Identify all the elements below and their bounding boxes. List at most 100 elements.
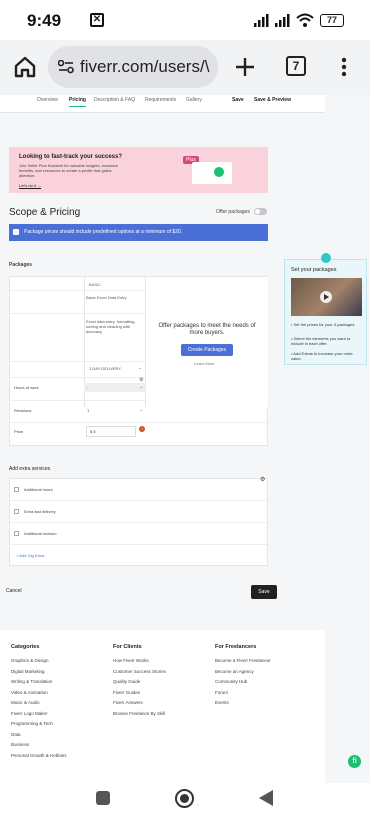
- system-nav-bar: [0, 783, 370, 822]
- back-icon[interactable]: [258, 789, 274, 807]
- footer-link[interactable]: Video & Animation: [11, 690, 67, 701]
- play-icon[interactable]: [320, 291, 332, 303]
- home-button-core: [180, 794, 189, 803]
- footer-link[interactable]: Graphics & Design: [11, 658, 67, 669]
- footer-link[interactable]: Programming & Tech: [11, 721, 67, 732]
- tab-pricing[interactable]: Pricing: [69, 97, 86, 107]
- web-page: Overview Pricing Description & FAQ Requi…: [0, 95, 370, 783]
- hours-of-work-value: -: [87, 385, 89, 390]
- learn-more-link[interactable]: Learn More: [194, 361, 214, 366]
- footer-link[interactable]: Business: [11, 742, 67, 753]
- hours-of-work-label: Hours of work: [14, 385, 39, 390]
- tip-bullet: • Set the prices for your 3 packages.: [291, 322, 356, 327]
- home-button-icon[interactable]: [175, 789, 194, 808]
- footer-link[interactable]: Browse Freelance By Skill: [113, 711, 166, 722]
- footer-link[interactable]: Data: [11, 732, 67, 743]
- home-icon[interactable]: [14, 56, 36, 78]
- footer-link[interactable]: Quality Guide: [113, 679, 166, 690]
- tip-bullet-text: Set the prices for your 3 packages.: [293, 322, 356, 327]
- footer-link[interactable]: Music & Audio: [11, 700, 67, 711]
- package-name-field[interactable]: Basic Excel Data Entry: [86, 295, 142, 300]
- extra-label: Additional revision: [24, 531, 57, 536]
- footer-link[interactable]: Fiverr Guides: [113, 690, 166, 701]
- price-input[interactable]: $ 5: [86, 426, 136, 437]
- chat-icon[interactable]: fi: [348, 755, 361, 768]
- package-description-field[interactable]: Excel data entry, formatting, sorting an…: [86, 319, 140, 334]
- tip-bullet: • Select the elements you want to includ…: [291, 336, 351, 346]
- save-link[interactable]: Save: [232, 97, 244, 103]
- more-menu-icon[interactable]: [341, 57, 347, 77]
- battery-level: 77: [326, 15, 337, 25]
- footer-link[interactable]: Community Hub: [215, 679, 271, 690]
- site-settings-icon[interactable]: [58, 60, 74, 74]
- packages-label: Packages: [9, 262, 33, 268]
- tip-bullet-text: Add Extras to increase your order value.: [291, 351, 353, 361]
- hours-of-work-select[interactable]: - ⌄: [84, 383, 146, 392]
- tab-gallery[interactable]: Gallery: [186, 97, 202, 103]
- footer-link[interactable]: Become an Agency: [215, 669, 271, 680]
- footer-link[interactable]: Personal Growth & Hobbies: [11, 753, 67, 764]
- extra-item[interactable]: Additional revision: [10, 523, 267, 545]
- add-gig-extra-link[interactable]: + Add Gig Extra: [16, 553, 44, 558]
- app-notification-icon: ✕: [90, 13, 104, 27]
- revisions-value: 1: [87, 408, 90, 413]
- footer-heading: For Clients: [113, 644, 142, 650]
- pricing-info-banner: Package prices should include predefined…: [9, 224, 268, 241]
- delivery-select[interactable]: 1 DAY DELIVERY: [89, 366, 121, 371]
- gig-editor: Overview Pricing Description & FAQ Requi…: [0, 95, 325, 783]
- footer-link[interactable]: Events: [215, 700, 271, 711]
- tab-requirements[interactable]: Requirements: [145, 97, 176, 103]
- footer-link[interactable]: Digital Marketing: [11, 669, 67, 680]
- wifi-icon: [296, 13, 314, 27]
- save-preview-link[interactable]: Save & Preview: [254, 97, 291, 103]
- tip-video[interactable]: [291, 278, 362, 316]
- footer-link[interactable]: Forum: [215, 690, 271, 701]
- footer-heading: Categories: [11, 644, 40, 650]
- page-title: Scope & Pricing: [9, 207, 81, 218]
- revisions-select[interactable]: 1 ⌄: [84, 406, 146, 415]
- price-label: Price: [14, 429, 24, 434]
- footer-link[interactable]: Customer Success Stories: [113, 669, 166, 680]
- promo-illustration: [192, 162, 232, 184]
- url-text[interactable]: fiverr.com/users/\: [80, 57, 214, 77]
- packages-table: BASIC Basic Excel Data Entry Excel data …: [9, 276, 269, 446]
- save-button[interactable]: Save: [251, 585, 277, 599]
- footer-freelancers: For Freelancers Become a Fiverr Freelanc…: [215, 644, 271, 711]
- tab-description-faq[interactable]: Description & FAQ: [94, 97, 135, 103]
- tip-title: Set your packages: [291, 267, 337, 273]
- offer-packages-toggle[interactable]: [254, 208, 267, 215]
- overlay-message: Offer packages to meet the needs of more…: [158, 323, 256, 336]
- extras-label: Add extra services: [9, 466, 51, 472]
- gig-wizard-nav: Overview Pricing Description & FAQ Requi…: [0, 95, 325, 113]
- chart-illustration-icon: [214, 167, 224, 177]
- checkbox[interactable]: [14, 531, 19, 536]
- basic-column-header: BASIC: [89, 282, 102, 287]
- tab-overview[interactable]: Overview: [37, 97, 58, 103]
- recents-icon[interactable]: [96, 791, 110, 805]
- cancel-button[interactable]: Cancel: [6, 588, 22, 594]
- address-bar[interactable]: fiverr.com/users/\: [48, 46, 218, 88]
- create-packages-button[interactable]: Create Packages: [181, 344, 233, 356]
- revisions-label: Revisions: [14, 408, 32, 413]
- footer-link[interactable]: Fiverr Answers: [113, 700, 166, 711]
- extra-label: Additional hours: [24, 487, 53, 492]
- tab-switcher-button[interactable]: 7: [286, 56, 306, 76]
- footer-heading: For Freelancers: [215, 644, 257, 650]
- checkbox[interactable]: [14, 487, 19, 492]
- promo-title: Looking to fast-track your success?: [19, 154, 123, 160]
- extra-item[interactable]: Additional hours: [10, 479, 267, 501]
- footer-link[interactable]: Become a Fiverr Freelancer: [215, 658, 271, 669]
- battery-icon: 77: [320, 14, 344, 27]
- browser-toolbar: fiverr.com/users/\ 7: [0, 40, 370, 95]
- extra-item[interactable]: Extra fast delivery: [10, 501, 267, 523]
- footer-link[interactable]: Fiverr Logo Maker: [11, 711, 67, 722]
- checkbox[interactable]: [14, 509, 19, 514]
- new-tab-icon[interactable]: [235, 57, 255, 77]
- footer-link[interactable]: How Fiverr Works: [113, 658, 166, 669]
- promo-link[interactable]: Let's do it →: [19, 183, 41, 188]
- packages-overlay: Offer packages to meet the needs of more…: [146, 277, 268, 407]
- status-time: 9:49: [27, 11, 62, 30]
- divider: [10, 422, 269, 423]
- footer-categories: Categories Graphics & Design Digital Mar…: [11, 644, 67, 763]
- footer-link[interactable]: Writing & Translation: [11, 679, 67, 690]
